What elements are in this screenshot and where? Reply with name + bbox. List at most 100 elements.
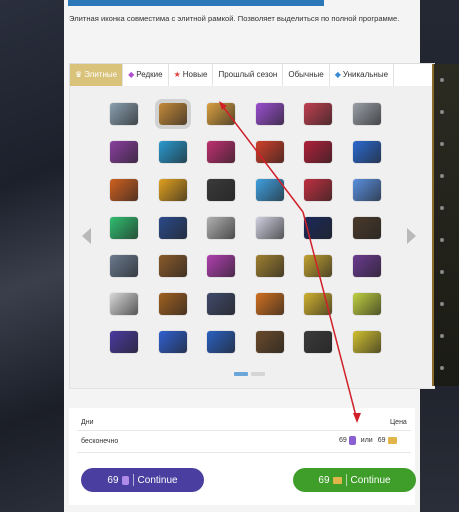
price-value: 69 или 69: [339, 436, 397, 445]
profile-icon-option[interactable]: [207, 293, 235, 315]
tab-2[interactable]: ★ Новые: [168, 64, 214, 86]
profile-icon-option[interactable]: [352, 217, 381, 239]
gems-amount: 69: [107, 474, 119, 486]
header-bar: [68, 0, 324, 6]
profile-icon-option[interactable]: [255, 103, 284, 125]
tab-label: Новые: [182, 70, 208, 79]
profile-icon-option[interactable]: [158, 141, 187, 163]
profile-icon-option[interactable]: [110, 217, 138, 239]
profile-icon-option[interactable]: [255, 217, 284, 239]
profile-icon-option[interactable]: [207, 141, 235, 163]
pager-dot-1[interactable]: [234, 372, 248, 376]
gem-icon: [121, 475, 129, 485]
profile-icon-option[interactable]: [352, 293, 381, 315]
profile-icon-option[interactable]: [255, 331, 284, 353]
gems-continue-label: Continue: [137, 474, 178, 486]
shop-panel: Элитная иконка совместима с элитной рамк…: [64, 0, 435, 512]
continue-gems-button[interactable]: 69 Continue: [81, 468, 204, 492]
frame-preview: [432, 64, 459, 386]
profile-icon-option[interactable]: [255, 293, 284, 315]
profile-icon-option[interactable]: [304, 255, 332, 277]
profile-icon-option[interactable]: [207, 331, 235, 353]
tab-4[interactable]: Обычные: [283, 64, 330, 86]
profile-icon-option[interactable]: [255, 255, 284, 277]
rivet: [440, 366, 444, 370]
icon-grid-panel: [69, 86, 435, 389]
divider: [77, 452, 411, 453]
gold-amount: 69: [318, 474, 330, 486]
profile-icon-option[interactable]: [158, 293, 187, 315]
profile-icon-option[interactable]: [255, 179, 284, 201]
profile-icon-option[interactable]: [158, 179, 187, 201]
profile-icon-option[interactable]: [304, 141, 332, 163]
profile-icon-option[interactable]: [207, 217, 235, 239]
price-table: Дни Цена бесконечно 69 или 69 69 Continu…: [69, 408, 416, 505]
profile-icon-option[interactable]: [304, 103, 332, 125]
tab-label: Редкие: [136, 70, 163, 79]
profile-icon-option[interactable]: [207, 103, 235, 125]
divider: [77, 430, 411, 431]
profile-icon-option[interactable]: [352, 331, 381, 353]
gem-icon: [348, 436, 356, 445]
continue-gold-button[interactable]: 69 Continue: [293, 468, 416, 492]
rivet: [440, 174, 444, 178]
item-description: Элитная иконка совместима с элитной рамк…: [69, 14, 400, 23]
profile-icon-option[interactable]: [352, 255, 381, 277]
profile-icon-option[interactable]: [255, 141, 284, 163]
rivet: [440, 142, 444, 146]
rivet: [440, 238, 444, 242]
background-left: [0, 0, 64, 512]
profile-icon-option[interactable]: [304, 217, 332, 239]
profile-icon-option[interactable]: [110, 293, 138, 315]
profile-icon-option[interactable]: [158, 217, 187, 239]
profile-icon-option[interactable]: [110, 141, 138, 163]
tab-label: Элитные: [84, 70, 118, 79]
category-tabs: ♛ Элитные ◆ Редкие ★ Новые Прошлый сезон Обычны…: [69, 63, 435, 87]
profile-icon-option[interactable]: [304, 179, 332, 201]
crown-icon: ♛: [75, 70, 83, 79]
pager-dot-2[interactable]: [251, 372, 265, 376]
profile-icon-option[interactable]: [352, 103, 381, 125]
prev-page-arrow-icon[interactable]: [82, 228, 91, 244]
profile-icon-option[interactable]: [352, 141, 381, 163]
rivet: [440, 270, 444, 274]
gold-continue-label: Continue: [350, 474, 391, 486]
pager-dots: [234, 372, 265, 376]
rivet: [440, 302, 444, 306]
separator: [345, 474, 347, 486]
rivet: [440, 78, 444, 82]
tab-1[interactable]: ◆ Редкие: [123, 64, 169, 86]
gem-price: 69: [339, 437, 347, 444]
gold-price: 69: [377, 437, 386, 444]
profile-icon-option[interactable]: [304, 293, 332, 315]
rivet: [440, 206, 444, 210]
duration-value: бесконечно: [81, 438, 119, 445]
profile-icon-option[interactable]: [110, 331, 138, 353]
separator: [132, 474, 134, 486]
tab-5[interactable]: ◆ Уникальные: [330, 64, 395, 86]
profile-icon-option[interactable]: [110, 255, 138, 277]
profile-icon-option[interactable]: [352, 179, 381, 201]
gem-icon: ◆: [334, 70, 341, 79]
tab-0[interactable]: ♛ Элитные: [70, 64, 124, 86]
profile-icon-option[interactable]: [158, 255, 187, 277]
column-days-header: Дни: [81, 419, 94, 426]
profile-icon-option[interactable]: [304, 331, 332, 353]
gold-coins-icon: [332, 476, 342, 484]
rivet: [440, 334, 444, 338]
column-price-header: Цена: [390, 419, 407, 426]
profile-icon-option[interactable]: [110, 179, 138, 201]
profile-icon-option[interactable]: [207, 179, 235, 201]
diamond-icon: ◆: [128, 70, 135, 79]
profile-icon-option[interactable]: [158, 331, 187, 353]
star-icon: ★: [173, 70, 181, 79]
profile-icon-option[interactable]: [110, 103, 138, 125]
next-page-arrow-icon[interactable]: [407, 228, 416, 244]
or-label: или: [360, 437, 373, 444]
rivet: [440, 110, 444, 114]
profile-icon-option[interactable]: [207, 255, 235, 277]
tab-3[interactable]: Прошлый сезон: [213, 64, 284, 86]
profile-icon-option[interactable]: [154, 99, 191, 129]
tab-label: Прошлый сезон: [218, 70, 278, 79]
gold-coins-icon: [387, 437, 397, 444]
